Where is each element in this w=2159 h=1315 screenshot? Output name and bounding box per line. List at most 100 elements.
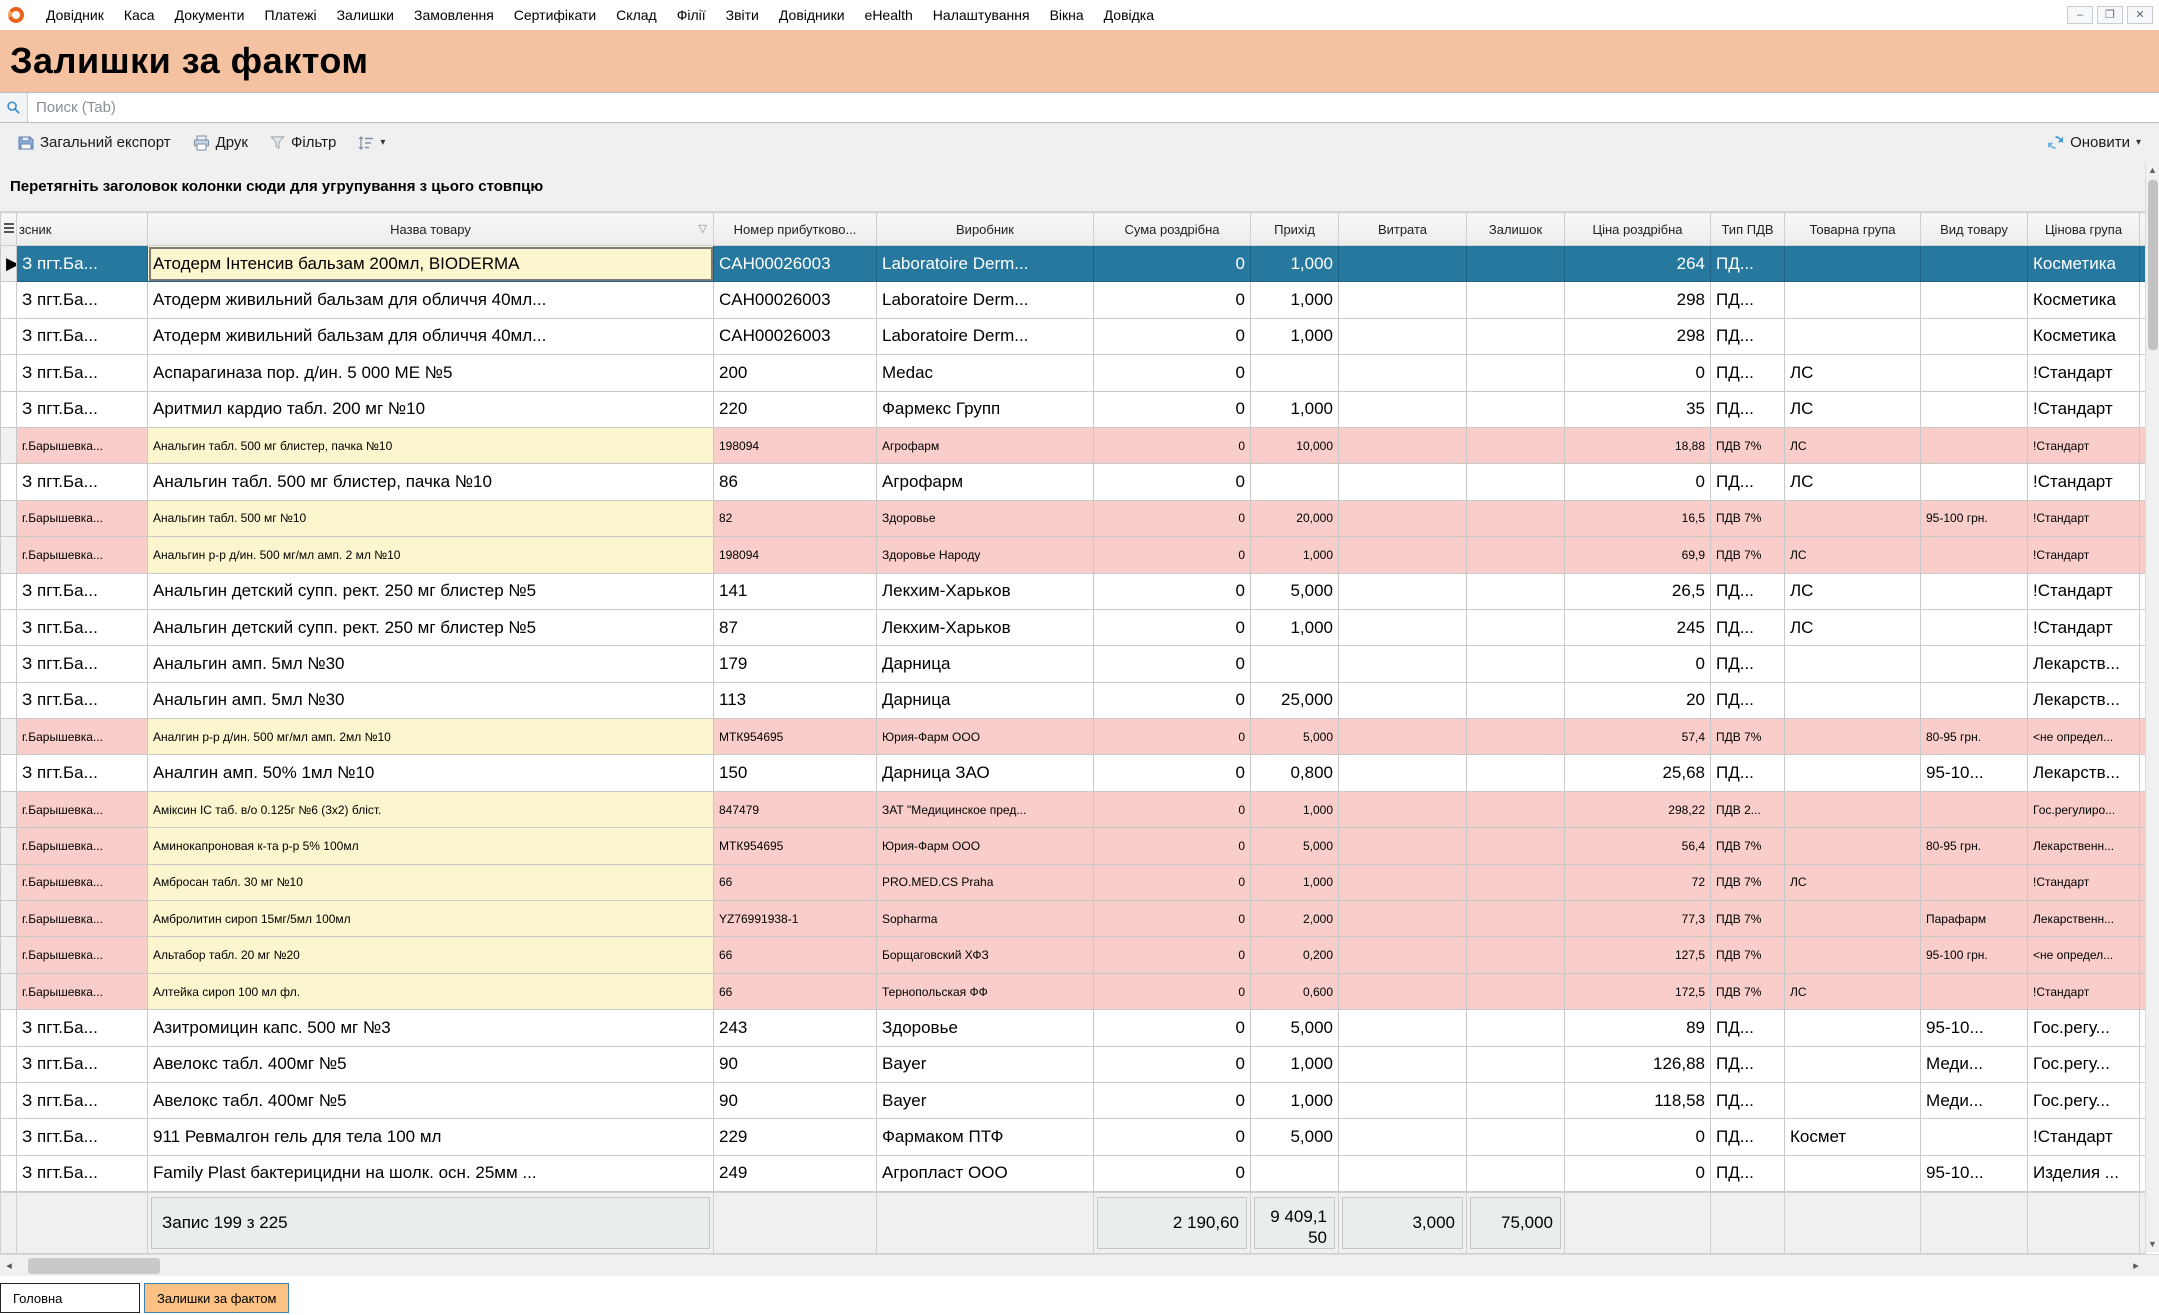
cell-suma[interactable]: 0	[1094, 246, 1251, 282]
cell-zalyshok[interactable]	[1467, 427, 1565, 463]
cell-owner[interactable]: З пгт.Ба...	[17, 682, 148, 718]
cell-owner[interactable]: З пгт.Ба...	[17, 282, 148, 318]
cell-zalyshok[interactable]	[1467, 355, 1565, 391]
cell-tgroup[interactable]	[1785, 1046, 1921, 1082]
cell-owner[interactable]: З пгт.Ба...	[17, 391, 148, 427]
cell-cgroup[interactable]: Косметика	[2028, 318, 2140, 354]
cell-mfr[interactable]: Агрофарм	[877, 427, 1094, 463]
row-marker[interactable]	[1, 682, 17, 718]
cell-cgroup[interactable]: Гос.регу...	[2028, 1046, 2140, 1082]
cell-suma[interactable]: 0	[1094, 864, 1251, 900]
cell-cgroup[interactable]: !Стандарт	[2028, 500, 2140, 536]
export-button[interactable]: Загальний експорт	[10, 130, 179, 155]
cell-zalyshok[interactable]	[1467, 646, 1565, 682]
row-marker[interactable]	[1, 828, 17, 864]
cell-price[interactable]: 0	[1565, 464, 1711, 500]
cell-num[interactable]: 113	[714, 682, 877, 718]
cell-owner[interactable]: З пгт.Ба...	[17, 318, 148, 354]
column-header-cgroup[interactable]: Цінова група	[2028, 213, 2140, 246]
sort-options-button[interactable]: ▾	[350, 132, 393, 154]
cell-name[interactable]: 911 Ревмалгон гель для тела 100 мл	[148, 1119, 714, 1155]
cell-mfr[interactable]: Bayer	[877, 1046, 1094, 1082]
cell-name[interactable]: Атодерм живильний бальзам для обличчя 40…	[148, 282, 714, 318]
cell-owner[interactable]: г.Барышевка...	[17, 937, 148, 973]
row-marker[interactable]	[1, 537, 17, 573]
cell-pdv[interactable]: ПД...	[1711, 391, 1785, 427]
cell-num[interactable]: 249	[714, 1155, 877, 1191]
cell-owner[interactable]: г.Барышевка...	[17, 901, 148, 937]
cell-owner[interactable]: г.Барышевка...	[17, 828, 148, 864]
cell-vytrata[interactable]	[1339, 646, 1467, 682]
cell-pdv[interactable]: ПДВ 7%	[1711, 937, 1785, 973]
cell-tgroup[interactable]: ЛС	[1785, 537, 1921, 573]
cell-owner[interactable]: г.Барышевка...	[17, 791, 148, 827]
row-marker[interactable]	[1, 1082, 17, 1118]
cell-suma[interactable]: 0	[1094, 1119, 1251, 1155]
cell-owner[interactable]: З пгт.Ба...	[17, 464, 148, 500]
cell-pdv[interactable]: ПД...	[1711, 646, 1785, 682]
table-row[interactable]: З пгт.Ба... Family Plast бактерицидни на…	[1, 1155, 2146, 1191]
table-row[interactable]: З пгт.Ба...Аналгин амп. 50% 1мл №10150Да…	[1, 755, 2146, 791]
menu-item-каса[interactable]: Каса	[114, 3, 165, 27]
cell-price[interactable]: 69,9	[1565, 537, 1711, 573]
cell-cgroup[interactable]: !Стандарт	[2028, 609, 2140, 645]
row-marker[interactable]	[1, 318, 17, 354]
cell-vytrata[interactable]	[1339, 246, 1467, 282]
row-marker[interactable]	[1, 573, 17, 609]
cell-price[interactable]: 298	[1565, 282, 1711, 318]
cell-prihid[interactable]: 1,000	[1251, 282, 1339, 318]
cell-pdv[interactable]: ПД...	[1711, 318, 1785, 354]
cell-tgroup[interactable]: Космет	[1785, 1119, 1921, 1155]
cell-prihid[interactable]: 1,000	[1251, 391, 1339, 427]
cell-name[interactable]: Азитромицин капс. 500 мг №3	[148, 1010, 714, 1046]
column-filter-icon[interactable]: ▽	[699, 222, 707, 235]
cell-mfr[interactable]: Bayer	[877, 1082, 1094, 1118]
cell-suma[interactable]: 0	[1094, 791, 1251, 827]
table-row[interactable]: г.Барышевка...Анальгин р-р д/ин. 500 мг/…	[1, 537, 2146, 573]
cell-vid[interactable]	[1921, 1119, 2028, 1155]
cell-name[interactable]: Атодерм Інтенсив бальзам 200мл, BIODERMA	[148, 246, 714, 282]
cell-price[interactable]: 89	[1565, 1010, 1711, 1046]
menu-item-довідник[interactable]: Довідник	[36, 3, 114, 27]
cell-zalyshok[interactable]	[1467, 973, 1565, 1009]
row-marker[interactable]	[1, 973, 17, 1009]
cell-num[interactable]: 229	[714, 1119, 877, 1155]
cell-name[interactable]: Анальгин р-р д/ин. 500 мг/мл амп. 2 мл №…	[148, 537, 714, 573]
cell-vytrata[interactable]	[1339, 573, 1467, 609]
cell-price[interactable]: 0	[1565, 1155, 1711, 1191]
cell-vid[interactable]: 95-10...	[1921, 1155, 2028, 1191]
horizontal-scroll-thumb[interactable]	[28, 1258, 160, 1274]
cell-owner[interactable]: З пгт.Ба...	[17, 246, 148, 282]
cell-num[interactable]: 847479	[714, 791, 877, 827]
cell-prihid[interactable]: 1,000	[1251, 318, 1339, 354]
print-button[interactable]: Друк	[185, 130, 256, 155]
cell-pdv[interactable]: ПД...	[1711, 1082, 1785, 1118]
cell-num[interactable]: YZ76991938-1	[714, 901, 877, 937]
row-marker[interactable]	[1, 719, 17, 755]
cell-name[interactable]: Анальгин детский супп. рект. 250 мг блис…	[148, 609, 714, 645]
cell-tgroup[interactable]: ЛС	[1785, 973, 1921, 1009]
column-header-mfr[interactable]: Виробник	[877, 213, 1094, 246]
cell-vid[interactable]	[1921, 427, 2028, 463]
cell-zalyshok[interactable]	[1467, 464, 1565, 500]
cell-suma[interactable]: 0	[1094, 609, 1251, 645]
cell-vid[interactable]: 80-95 грн.	[1921, 719, 2028, 755]
cell-num[interactable]: CAH00026003	[714, 282, 877, 318]
column-header-owner[interactable]: зсник	[17, 213, 148, 246]
cell-mfr[interactable]: Medac	[877, 355, 1094, 391]
cell-pdv[interactable]: ПД...	[1711, 282, 1785, 318]
cell-mfr[interactable]: Тернопольская ФФ	[877, 973, 1094, 1009]
cell-prihid[interactable]: 1,000	[1251, 1046, 1339, 1082]
cell-name[interactable]: Family Plast бактерицидни на шолк. осн. …	[148, 1155, 714, 1191]
scroll-up-icon[interactable]: ▲	[2146, 162, 2159, 178]
cell-price[interactable]: 298,22	[1565, 791, 1711, 827]
cell-pdv[interactable]: ПДВ 7%	[1711, 864, 1785, 900]
column-header-name[interactable]: Назва товару▽	[148, 213, 714, 246]
menu-item-філії[interactable]: Філії	[667, 3, 716, 27]
cell-zalyshok[interactable]	[1467, 1082, 1565, 1118]
table-row[interactable]: г.Барышевка...Анальгин табл. 500 мг блис…	[1, 427, 2146, 463]
cell-zalyshok[interactable]	[1467, 864, 1565, 900]
cell-name[interactable]: Амбросан табл. 30 мг №10	[148, 864, 714, 900]
close-button[interactable]: ✕	[2127, 6, 2153, 24]
cell-prihid[interactable]: 5,000	[1251, 719, 1339, 755]
